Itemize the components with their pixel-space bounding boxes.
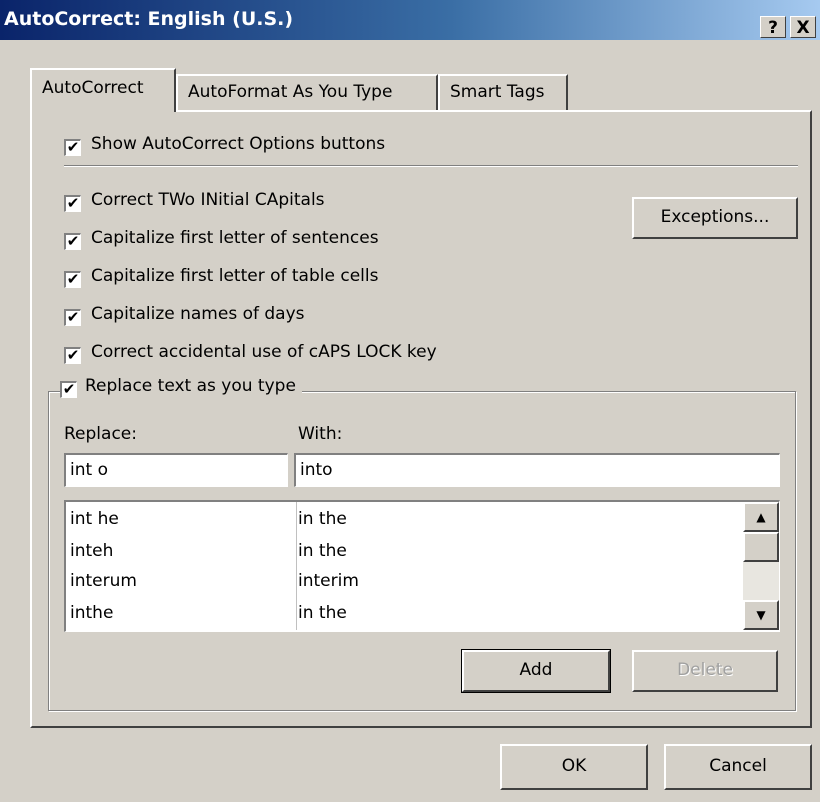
separator — [64, 165, 798, 167]
capitalize-days-option[interactable]: ✔ Capitalize names of days — [64, 304, 305, 328]
with-field[interactable]: into — [294, 453, 780, 487]
exceptions-button[interactable]: Exceptions... — [632, 197, 798, 239]
with-cell: in the — [298, 509, 347, 529]
checkbox[interactable]: ✔ — [60, 381, 77, 398]
show-autocorrect-options-option[interactable]: ✔ Show AutoCorrect Options buttons — [64, 134, 385, 158]
list-item[interactable]: inthe in the — [66, 598, 742, 630]
option-label: Correct accidental use of cAPS LOCK key — [91, 342, 437, 362]
caps-lock-option[interactable]: ✔ Correct accidental use of cAPS LOCK key — [64, 342, 437, 366]
capitalize-sentences-option[interactable]: ✔ Capitalize first letter of sentences — [64, 228, 379, 252]
window-title: AutoCorrect: English (U.S.) — [4, 8, 294, 30]
replace-field[interactable]: int o — [64, 453, 288, 487]
tab-autocorrect[interactable]: AutoCorrect — [30, 68, 176, 112]
autocorrect-entries-list[interactable]: int he in the inteh in the interum inter… — [64, 500, 780, 632]
list-item[interactable]: inteh in the — [66, 536, 742, 568]
option-label: Show AutoCorrect Options buttons — [91, 134, 386, 154]
checkbox[interactable]: ✔ — [64, 139, 81, 156]
option-label: Capitalize names of days — [91, 304, 305, 324]
title-bar: AutoCorrect: English (U.S.) ? X — [0, 0, 820, 40]
help-button[interactable]: ? — [760, 16, 786, 38]
with-cell: interim — [298, 571, 359, 591]
close-button[interactable]: X — [790, 16, 816, 38]
with-label: With: — [298, 424, 343, 444]
replace-cell: inthe — [70, 603, 114, 623]
option-label: Correct TWo INitial CApitals — [91, 190, 325, 210]
add-button[interactable]: Add — [461, 649, 611, 693]
with-cell: in the — [298, 541, 347, 561]
correct-two-initial-capitals-option[interactable]: ✔ Correct TWo INitial CApitals — [64, 190, 325, 214]
scrollbar-thumb[interactable] — [743, 532, 779, 562]
with-cell: in the — [298, 603, 347, 623]
option-label: Replace text as you type — [85, 376, 296, 396]
checkbox[interactable]: ✔ — [64, 309, 81, 326]
replace-cell: int he — [70, 509, 119, 529]
ok-button[interactable]: OK — [500, 744, 648, 790]
scroll-down-icon[interactable]: ▼ — [743, 600, 779, 630]
list-item[interactable]: int he in the — [66, 504, 742, 536]
checkbox[interactable]: ✔ — [64, 347, 81, 364]
capitalize-table-cells-option[interactable]: ✔ Capitalize first letter of table cells — [64, 266, 378, 290]
scroll-up-icon[interactable]: ▲ — [743, 502, 779, 532]
list-item[interactable]: interum interim — [66, 566, 742, 598]
checkbox[interactable]: ✔ — [64, 195, 81, 212]
replace-cell: inteh — [70, 541, 114, 561]
option-label: Capitalize first letter of sentences — [91, 228, 379, 248]
replace-text-option[interactable]: ✔ Replace text as you type — [60, 376, 302, 398]
cancel-button[interactable]: Cancel — [664, 744, 812, 790]
tab-autoformat-as-you-type[interactable]: AutoFormat As You Type — [176, 74, 438, 110]
list-scrollbar[interactable]: ▲ ▼ — [743, 502, 779, 630]
replace-label: Replace: — [64, 424, 137, 444]
option-label: Capitalize first letter of table cells — [91, 266, 379, 286]
delete-button[interactable]: Delete — [632, 650, 778, 692]
replace-cell: interum — [70, 571, 137, 591]
checkbox[interactable]: ✔ — [64, 271, 81, 288]
checkbox[interactable]: ✔ — [64, 233, 81, 250]
tab-smart-tags[interactable]: Smart Tags — [438, 74, 568, 110]
